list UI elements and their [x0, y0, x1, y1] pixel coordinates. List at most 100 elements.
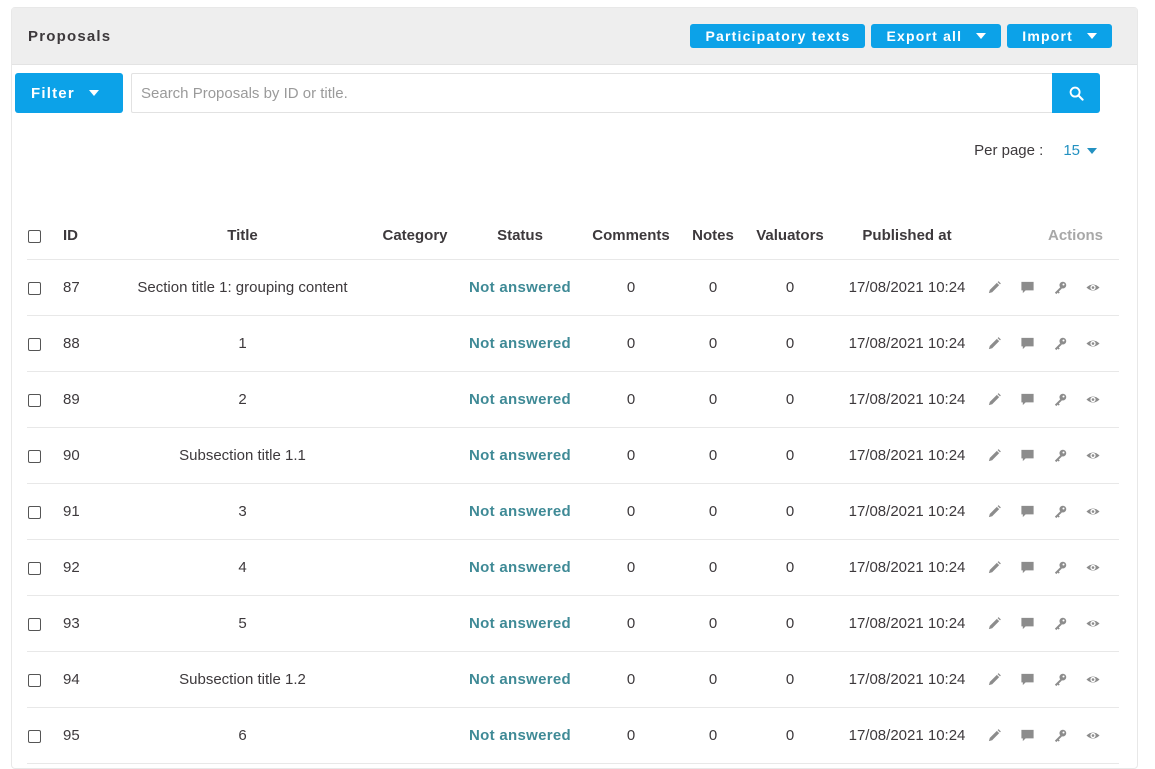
preview-button[interactable]	[1083, 614, 1103, 634]
row-actions	[983, 371, 1119, 428]
column-header-status[interactable]: Status	[455, 212, 585, 260]
preview-button[interactable]	[1083, 278, 1103, 298]
permissions-button[interactable]	[1050, 334, 1070, 354]
column-header-valuators[interactable]: Valuators	[749, 212, 831, 260]
proposal-notes: 0	[677, 595, 749, 652]
row-select-cell	[27, 707, 62, 764]
proposal-comments: 0	[585, 259, 677, 316]
row-checkbox[interactable]	[28, 281, 41, 295]
column-header-title[interactable]: Title	[110, 212, 375, 260]
permissions-button[interactable]	[1050, 502, 1070, 522]
page-title: Proposals	[28, 27, 112, 45]
preview-button[interactable]	[1083, 390, 1103, 410]
row-checkbox[interactable]	[28, 505, 41, 519]
preview-button[interactable]	[1083, 502, 1103, 522]
permissions-button[interactable]	[1050, 278, 1070, 298]
table-header-row: ID Title Category Status Comments Notes …	[27, 212, 1119, 260]
answer-button[interactable]	[1017, 670, 1037, 690]
table-row: 91 3 Not answered 0 0 0 17/08/2021 10:24	[27, 483, 1119, 540]
permissions-button[interactable]	[1050, 614, 1070, 634]
answer-button[interactable]	[1017, 390, 1037, 410]
row-checkbox[interactable]	[28, 393, 41, 407]
per-page-value: 15	[1063, 142, 1080, 159]
answer-button[interactable]	[1017, 502, 1037, 522]
search-input[interactable]	[131, 73, 1052, 113]
proposal-comments: 0	[585, 651, 677, 708]
edit-button[interactable]	[984, 334, 1004, 354]
filter-button[interactable]: Filter	[15, 73, 123, 113]
preview-button[interactable]	[1083, 446, 1103, 466]
answer-button[interactable]	[1017, 334, 1037, 354]
proposal-valuators: 0	[749, 707, 831, 764]
answer-button[interactable]	[1017, 614, 1037, 634]
participatory-texts-button[interactable]: Participatory texts	[690, 24, 866, 48]
eye-icon	[1086, 284, 1100, 291]
proposal-valuators: 0	[749, 539, 831, 596]
answer-button[interactable]	[1017, 726, 1037, 746]
column-header-published-at[interactable]: Published at	[831, 212, 983, 260]
edit-button[interactable]	[984, 726, 1004, 746]
edit-button[interactable]	[984, 390, 1004, 410]
permissions-button[interactable]	[1050, 446, 1070, 466]
preview-button[interactable]	[1083, 334, 1103, 354]
column-header-id[interactable]: ID	[62, 212, 110, 260]
row-actions	[983, 595, 1119, 652]
row-checkbox[interactable]	[28, 729, 41, 743]
eye-icon	[1086, 396, 1100, 403]
permissions-button[interactable]	[1050, 670, 1070, 690]
per-page-dropdown[interactable]: 15	[1063, 142, 1097, 159]
search-button[interactable]	[1052, 73, 1100, 113]
key-icon	[1054, 505, 1066, 519]
row-checkbox[interactable]	[28, 617, 41, 631]
answer-button[interactable]	[1017, 558, 1037, 578]
edit-button[interactable]	[984, 278, 1004, 298]
column-header-category[interactable]: Category	[375, 212, 455, 260]
preview-button[interactable]	[1083, 670, 1103, 690]
row-actions	[983, 427, 1119, 484]
select-all-checkbox[interactable]	[28, 229, 41, 243]
column-header-comments[interactable]: Comments	[585, 212, 677, 260]
pencil-icon	[988, 449, 1001, 462]
proposal-comments: 0	[585, 315, 677, 372]
edit-button[interactable]	[984, 670, 1004, 690]
answer-button[interactable]	[1017, 446, 1037, 466]
proposal-valuators: 0	[749, 371, 831, 428]
preview-button[interactable]	[1083, 558, 1103, 578]
pencil-icon	[988, 393, 1001, 406]
edit-button[interactable]	[984, 614, 1004, 634]
proposal-title: Section title 1: grouping content	[110, 259, 375, 316]
proposal-category	[375, 707, 455, 764]
edit-button[interactable]	[984, 446, 1004, 466]
permissions-button[interactable]	[1050, 558, 1070, 578]
row-checkbox[interactable]	[28, 449, 41, 463]
edit-button[interactable]	[984, 502, 1004, 522]
preview-button[interactable]	[1083, 726, 1103, 746]
proposal-published-at: 17/08/2021 10:24	[831, 595, 983, 652]
row-checkbox[interactable]	[28, 673, 41, 687]
row-select-cell	[27, 259, 62, 316]
permissions-button[interactable]	[1050, 726, 1070, 746]
table-row: 89 2 Not answered 0 0 0 17/08/2021 10:24	[27, 371, 1119, 428]
permissions-button[interactable]	[1050, 390, 1070, 410]
row-checkbox[interactable]	[28, 337, 41, 351]
select-all-cell	[27, 212, 62, 260]
table-row: 90 Subsection title 1.1 Not answered 0 0…	[27, 427, 1119, 484]
proposals-table: ID Title Category Status Comments Notes …	[27, 212, 1119, 764]
row-actions	[983, 707, 1119, 764]
edit-button[interactable]	[984, 558, 1004, 578]
import-button[interactable]: Import	[1007, 24, 1112, 48]
column-header-notes[interactable]: Notes	[677, 212, 749, 260]
participatory-texts-label: Participatory texts	[705, 28, 851, 44]
row-actions	[983, 483, 1119, 540]
proposal-status: Not answered	[455, 595, 585, 652]
export-all-button[interactable]: Export all	[871, 24, 1002, 48]
proposal-published-at: 17/08/2021 10:24	[831, 259, 983, 316]
per-page-selector: Per page : 15	[974, 142, 1097, 159]
proposal-valuators: 0	[749, 483, 831, 540]
answer-button[interactable]	[1017, 278, 1037, 298]
comment-icon	[1020, 561, 1034, 574]
proposal-published-at: 17/08/2021 10:24	[831, 427, 983, 484]
eye-icon	[1086, 676, 1100, 683]
proposal-notes: 0	[677, 483, 749, 540]
row-checkbox[interactable]	[28, 561, 41, 575]
